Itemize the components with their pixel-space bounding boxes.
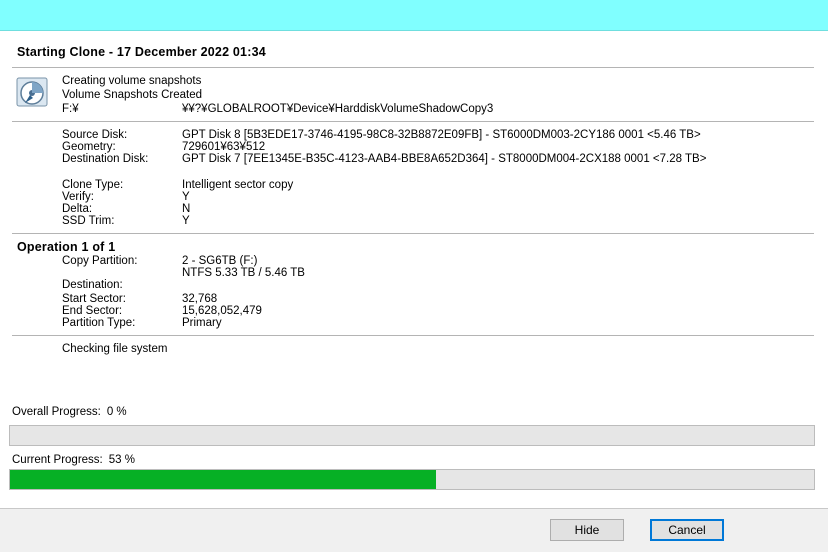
overall-progress-label: Overall Progress: 0 % bbox=[12, 406, 127, 418]
copy-partition-value: 2 - SG6TB (F:) bbox=[182, 255, 258, 267]
ssd-trim-value: Y bbox=[182, 215, 190, 227]
verify-value: Y bbox=[182, 191, 190, 203]
source-disk-label: Source Disk: bbox=[62, 129, 128, 141]
dialog-footer: Hide Cancel bbox=[0, 508, 828, 552]
snapshot-drive-value: ¥¥?¥GLOBALROOT¥Device¥HarddiskVolumeShad… bbox=[182, 103, 494, 115]
divider bbox=[12, 67, 814, 68]
start-sector-label: Start Sector: bbox=[62, 293, 126, 305]
verify-label: Verify: bbox=[62, 191, 94, 203]
overall-progress-bar bbox=[9, 425, 815, 446]
destination-disk-label: Destination Disk: bbox=[62, 153, 149, 165]
ssd-trim-label: SSD Trim: bbox=[62, 215, 115, 227]
copy-partition-size: NTFS 5.33 TB / 5.46 TB bbox=[182, 267, 305, 279]
divider bbox=[12, 233, 814, 234]
current-progress-value: 53 % bbox=[108, 454, 135, 466]
operation-heading: Operation 1 of 1 bbox=[17, 240, 116, 254]
overall-progress-value: 0 % bbox=[106, 406, 127, 418]
snapshot-created-line: Volume Snapshots Created bbox=[62, 89, 203, 101]
geometry-label: Geometry: bbox=[62, 141, 116, 153]
snapshot-status-line: Creating volume snapshots bbox=[62, 75, 202, 87]
current-progress-caption: Current Progress: bbox=[12, 454, 103, 466]
delta-value: N bbox=[182, 203, 191, 215]
cancel-button[interactable]: Cancel bbox=[650, 519, 724, 541]
delta-label: Delta: bbox=[62, 203, 93, 215]
end-sector-value: 15,628,052,479 bbox=[182, 305, 262, 317]
divider bbox=[12, 121, 814, 122]
window-titlebar[interactable] bbox=[0, 0, 828, 31]
end-sector-label: End Sector: bbox=[62, 305, 123, 317]
hide-button[interactable]: Hide bbox=[550, 519, 624, 541]
geometry-value: 729601¥63¥512 bbox=[182, 141, 266, 153]
divider bbox=[12, 335, 814, 336]
current-progress-bar bbox=[9, 469, 815, 490]
destination-label: Destination: bbox=[62, 279, 123, 291]
start-sector-value: 32,768 bbox=[182, 293, 218, 305]
current-progress-label: Current Progress: 53 % bbox=[12, 454, 135, 466]
partition-type-value: Primary bbox=[182, 317, 222, 329]
clone-type-label: Clone Type: bbox=[62, 179, 124, 191]
status-text: Checking file system bbox=[62, 343, 168, 355]
page-title: Starting Clone - 17 December 2022 01:34 bbox=[17, 45, 266, 59]
destination-disk-value: GPT Disk 7 [7EE1345E-B35C-4123-AAB4-BBE8… bbox=[182, 153, 707, 165]
volume-snapshot-icon bbox=[16, 77, 48, 107]
overall-progress-caption: Overall Progress: bbox=[12, 406, 101, 418]
copy-partition-label: Copy Partition: bbox=[62, 255, 138, 267]
snapshot-drive-label: F:¥ bbox=[62, 103, 79, 115]
clone-log-panel: Starting Clone - 17 December 2022 01:34 … bbox=[0, 31, 828, 387]
partition-type-label: Partition Type: bbox=[62, 317, 136, 329]
current-progress-fill bbox=[10, 470, 437, 489]
source-disk-value: GPT Disk 8 [5B3EDE17-3746-4195-98C8-32B8… bbox=[182, 129, 701, 141]
clone-type-value: Intelligent sector copy bbox=[182, 179, 294, 191]
